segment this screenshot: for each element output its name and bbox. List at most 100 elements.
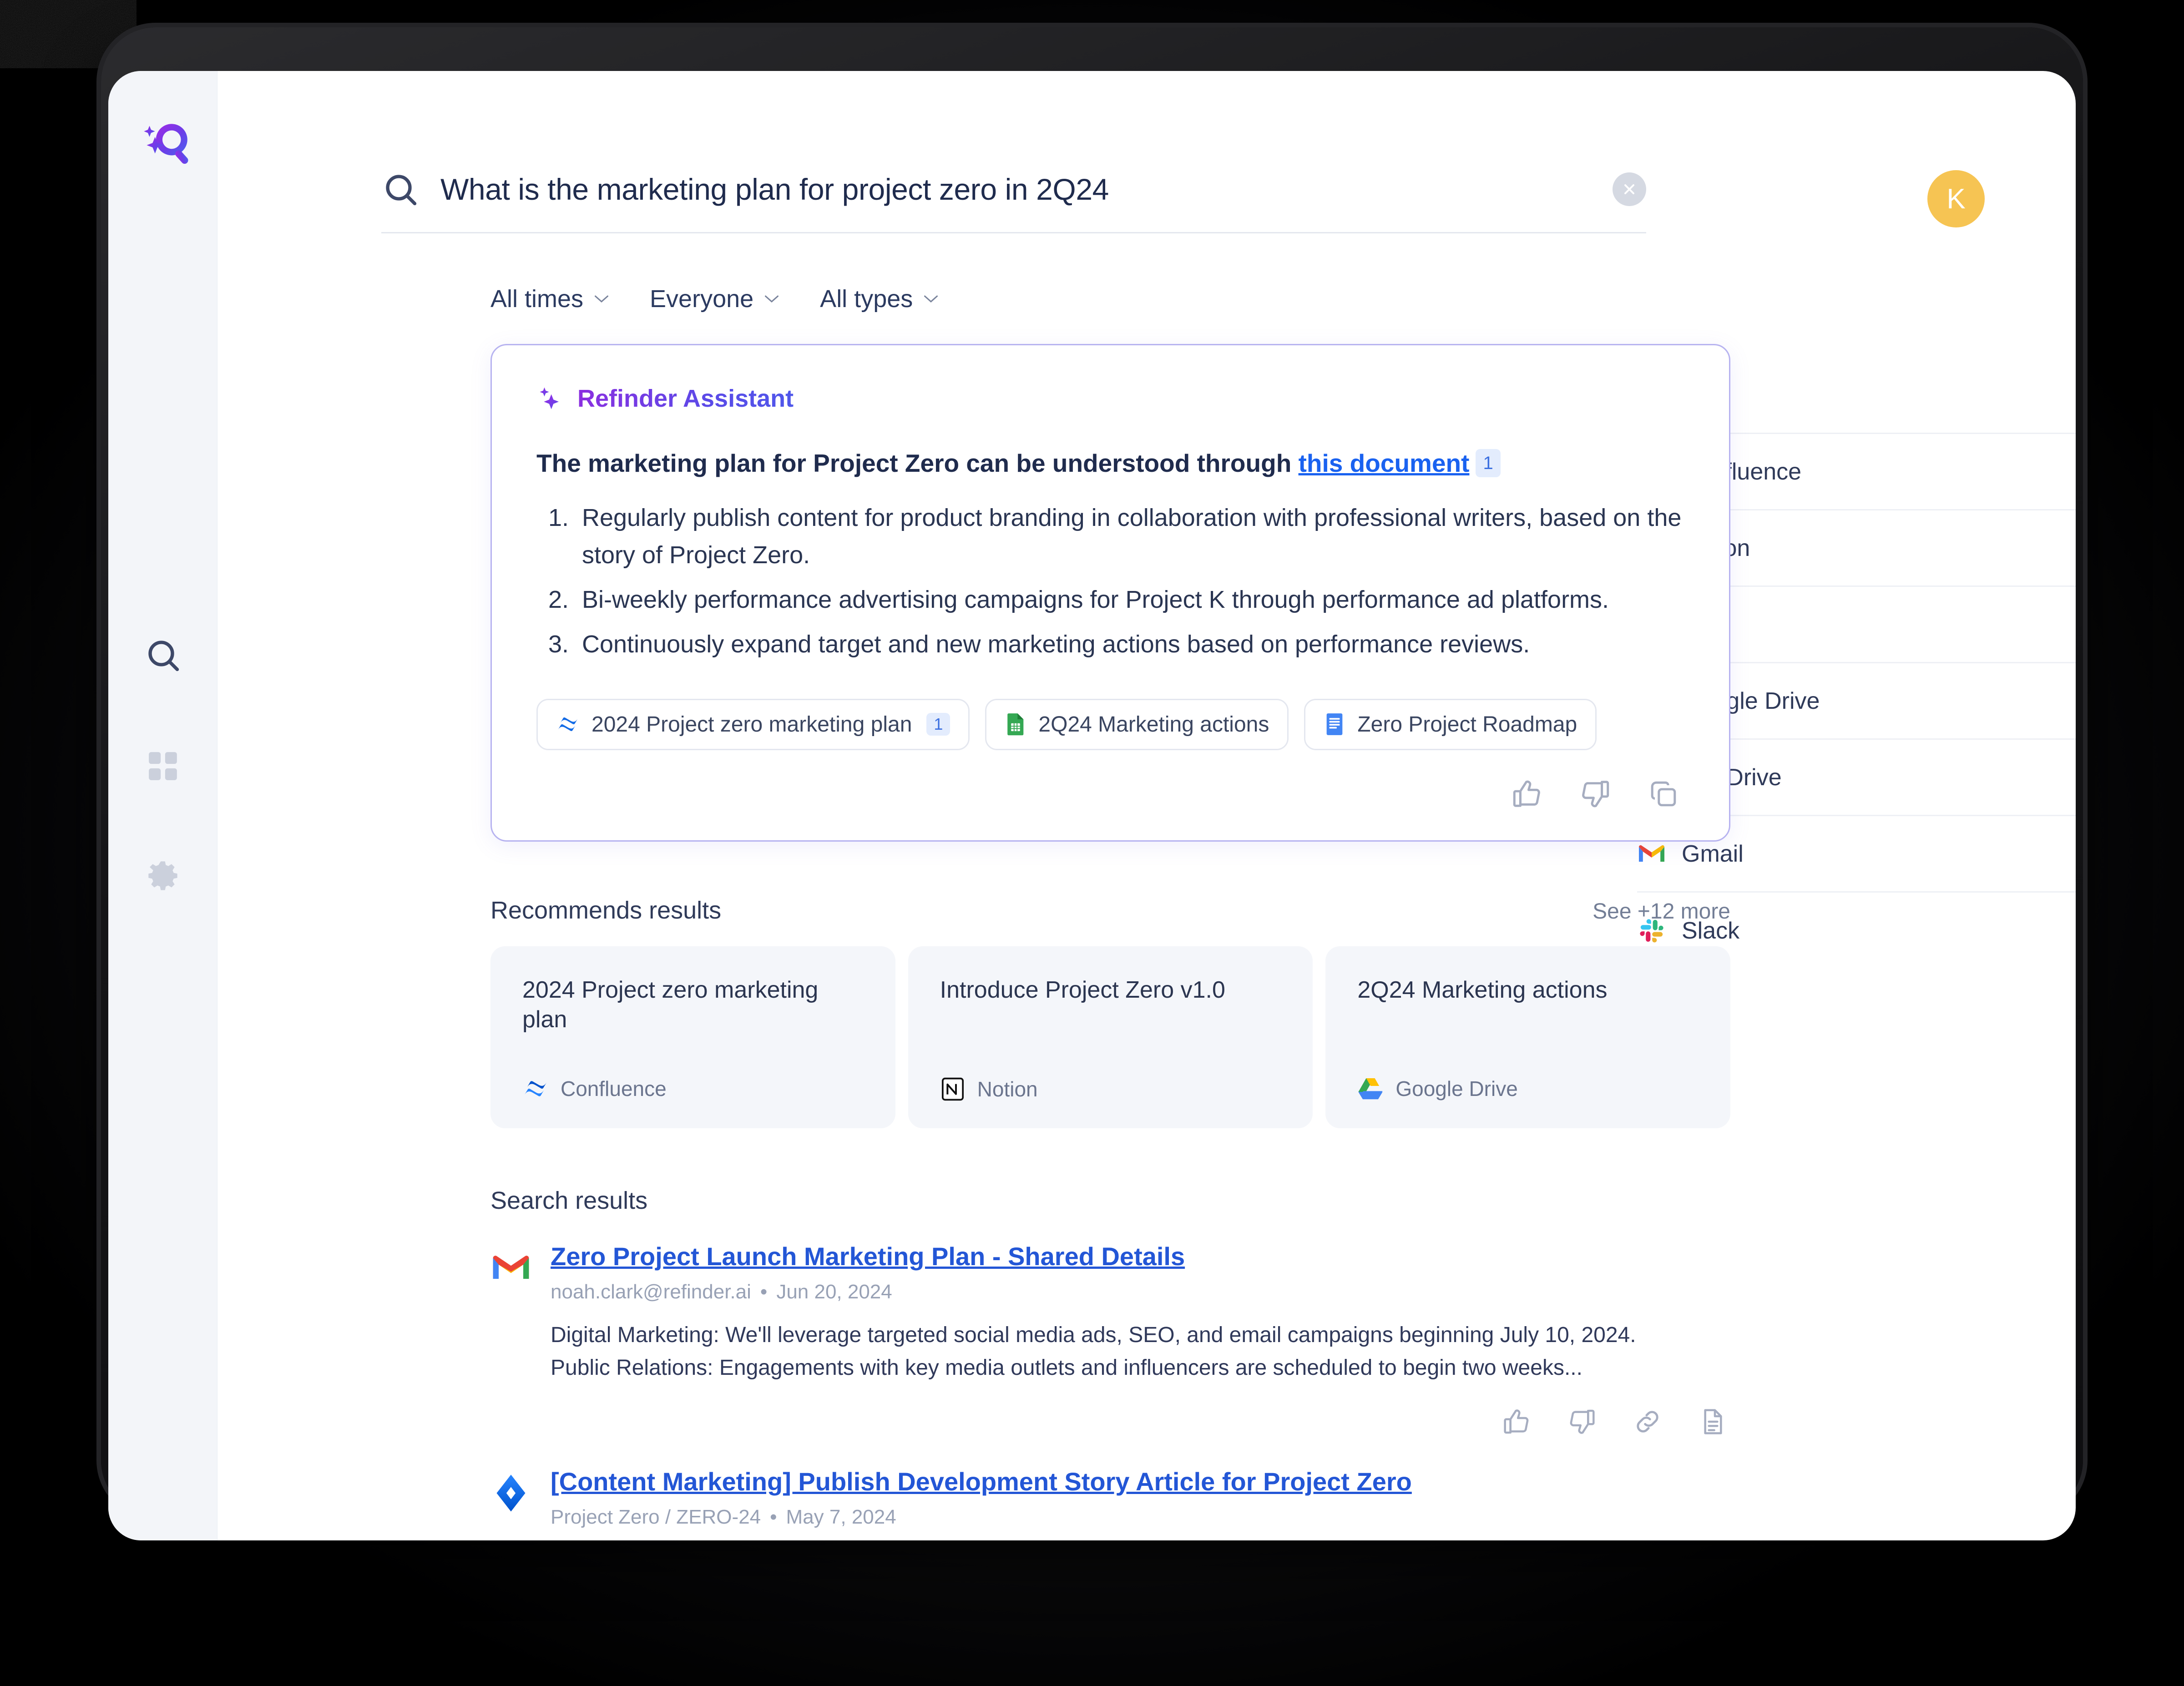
jira-icon [496,1474,526,1512]
copy-button[interactable] [1646,777,1681,811]
recommend-card-confluence[interactable]: 2024 Project zero marketing plan Conflue… [490,946,895,1128]
answer-document-link[interactable]: this document [1299,449,1470,477]
search-result-snippet-line: Digital Marketing: We'll leverage target… [551,1323,1636,1347]
sidebar-item-apps[interactable] [138,742,187,791]
assistant-feedback-actions [536,777,1684,811]
search-result-meta: noah.clark@refinder.ai • Jun 20, 2024 [551,1281,1730,1303]
thumbs-up-icon [1513,780,1540,807]
chevron-down-icon [765,295,779,303]
search-result-row: [Content Marketing] Publish Development … [490,1466,1730,1540]
clear-search-button[interactable] [1613,172,1646,206]
recommends-header: Recommends results See +12 more [490,896,1730,924]
close-icon [1624,184,1634,194]
chevron-down-icon [595,295,609,303]
left-rail [108,71,217,1540]
google-sheets-icon [1007,713,1024,736]
search-result-body: Zero Project Launch Marketing Plan - Sha… [551,1241,1730,1439]
open-document-button[interactable] [1696,1404,1730,1439]
list-item: Continuously expand target and new marke… [576,626,1684,663]
google-drive-icon [1358,1078,1383,1099]
copy-link-button[interactable] [1630,1404,1665,1439]
recommend-card-title: 2024 Project zero marketing plan [522,976,819,1033]
rail-nav [108,631,217,902]
search-result-body: [Content Marketing] Publish Development … [551,1466,1730,1540]
filter-everyone[interactable]: Everyone [650,285,780,313]
assistant-card: Refinder Assistant The marketing plan fo… [490,344,1730,842]
assistant-answer-lead: The marketing plan for Project Zero can … [536,446,1684,480]
recommend-card-notion[interactable]: Introduce Project Zero v1.0 Notion [908,946,1313,1128]
filter-all-types[interactable]: All types [820,285,939,313]
content-body: Refinder Assistant The marketing plan fo… [217,344,2076,1540]
thumbs-up-button[interactable] [1510,777,1544,811]
document-icon [1704,1409,1722,1434]
notion-icon [941,1077,964,1100]
gmail-icon [493,1255,529,1279]
sidebar-item-settings[interactable] [138,853,187,902]
meta-separator: • [770,1505,777,1528]
source-chip-sheets[interactable]: 2Q24 Marketing actions [985,698,1289,750]
chip-label: Zero Project Roadmap [1357,712,1577,737]
main-area: K All times Everyone All types [217,71,2076,1540]
recommend-card-source: Notion [940,1076,1281,1102]
search-icon [148,641,179,671]
thumbs-down-button[interactable] [1565,1404,1599,1439]
search-result-title-link[interactable]: Zero Project Launch Marketing Plan - Sha… [551,1241,1730,1272]
chip-label: 2024 Project zero marketing plan [592,712,912,737]
list-item: Bi-weekly performance advertising campai… [576,581,1684,618]
app-window: K All times Everyone All types [108,71,2076,1540]
recommend-card-source-label: Google Drive [1395,1076,1518,1100]
list-item: Regularly publish content for product br… [576,499,1684,574]
answer-lead-prefix: The marketing plan for Project Zero can … [536,449,1299,477]
recommend-card-source: Confluence [522,1075,864,1102]
recommend-card-source-label: Notion [977,1077,1038,1101]
filter-label: Everyone [650,285,754,313]
recommend-card-drive[interactable]: 2Q24 Marketing actions Google Drive [1325,946,1731,1128]
search-result-meta: Project Zero / ZERO-24 • May 7, 2024 [551,1506,1730,1529]
search-results-title: Search results [490,1186,648,1214]
answer-citation-badge[interactable]: 1 [1476,449,1501,477]
thumbs-up-icon [1504,1409,1529,1434]
search-result-snippet-line: Public Relations: Engagements with key m… [551,1355,1582,1380]
search-input[interactable] [440,172,1592,207]
chip-citation: 1 [926,713,950,736]
search-result-title-link[interactable]: [Content Marketing] Publish Development … [551,1466,1730,1497]
thumbs-down-icon [1582,780,1609,807]
search-result-date: Jun 20, 2024 [776,1280,892,1303]
search-result-row: Zero Project Launch Marketing Plan - Sha… [490,1241,1730,1439]
search-result-project: Project Zero / ZERO-24 [551,1505,761,1528]
grid-icon [149,752,177,780]
search-result-date: May 7, 2024 [786,1505,896,1528]
source-chip-docs[interactable]: Zero Project Roadmap [1304,698,1597,750]
thumbs-up-button[interactable] [1499,1404,1534,1439]
assistant-source-chips: 2024 Project zero marketing plan 1 2Q24 … [536,698,1684,750]
avatar[interactable]: K [1927,170,1985,227]
copy-icon [1651,781,1676,806]
confluence-icon [524,1080,547,1096]
recommend-card-title: Introduce Project Zero v1.0 [940,976,1225,1003]
filter-all-times[interactable]: All times [490,285,610,313]
assistant-header: Refinder Assistant [536,384,1684,413]
confluence-icon [558,717,578,732]
thumbs-down-button[interactable] [1578,777,1613,811]
sidebar-item-search[interactable] [138,631,187,680]
search-result-actions [551,1404,1730,1439]
sparkle-icon [540,387,559,409]
gear-icon [148,861,177,890]
app-logo[interactable] [135,113,194,172]
meta-separator: • [760,1280,768,1303]
source-filter-label: Gmail [1682,840,1744,867]
top-bar: K [217,71,2076,233]
chevron-down-icon [924,295,938,303]
source-chip-confluence[interactable]: 2024 Project zero marketing plan 1 [536,698,970,750]
assistant-answer-list: Regularly publish content for product br… [552,499,1684,663]
thumbs-down-icon [1570,1409,1595,1434]
recommends-cards: 2024 Project zero marketing plan Conflue… [490,946,1731,1128]
recommend-card-source-label: Confluence [561,1076,667,1100]
filter-label: All times [490,285,584,313]
recommend-card-title: 2Q24 Marketing actions [1357,976,1608,1003]
filter-bar: All times Everyone All types [490,285,939,313]
recommends-title: Recommends results [490,896,722,924]
gmail-icon [1637,839,1666,868]
results-column: Refinder Assistant The marketing plan fo… [217,344,1731,1540]
see-more-link[interactable]: See +12 more [1592,899,1730,924]
